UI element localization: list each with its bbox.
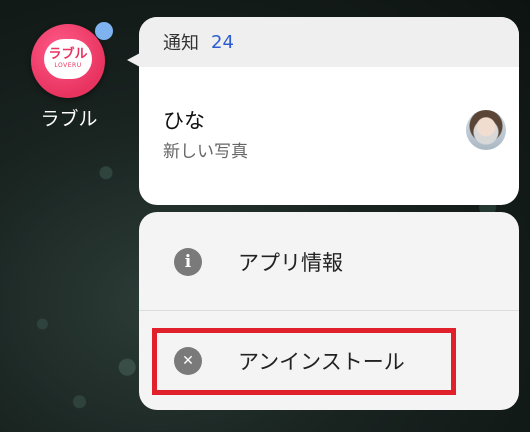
notification-title: ひな bbox=[163, 109, 205, 133]
app-name-label: ラブル bbox=[40, 108, 98, 130]
notification-card[interactable]: 通知 24 ひな 新しい写真 bbox=[139, 17, 519, 205]
app-logo-text: ラブル bbox=[48, 47, 88, 62]
avatar bbox=[466, 110, 506, 150]
menu-item-app-info[interactable]: i アプリ情報 bbox=[139, 212, 519, 311]
highlight-box bbox=[152, 328, 456, 395]
app-icon[interactable]: ラブル LOVERU bbox=[31, 24, 105, 98]
app-logo-subtext: LOVERU bbox=[54, 62, 82, 69]
notification-header-label: 通知 bbox=[163, 33, 199, 54]
menu-item-label: アプリ情報 bbox=[238, 250, 343, 275]
notification-header: 通知 24 bbox=[139, 17, 519, 67]
notification-item[interactable]: ひな 新しい写真 bbox=[139, 67, 519, 205]
notification-count: 24 bbox=[211, 31, 234, 53]
app-logo: ラブル LOVERU bbox=[44, 39, 92, 79]
notification-text: 新しい写真 bbox=[163, 142, 248, 162]
info-icon: i bbox=[174, 247, 202, 276]
notification-dot-icon bbox=[95, 22, 113, 40]
